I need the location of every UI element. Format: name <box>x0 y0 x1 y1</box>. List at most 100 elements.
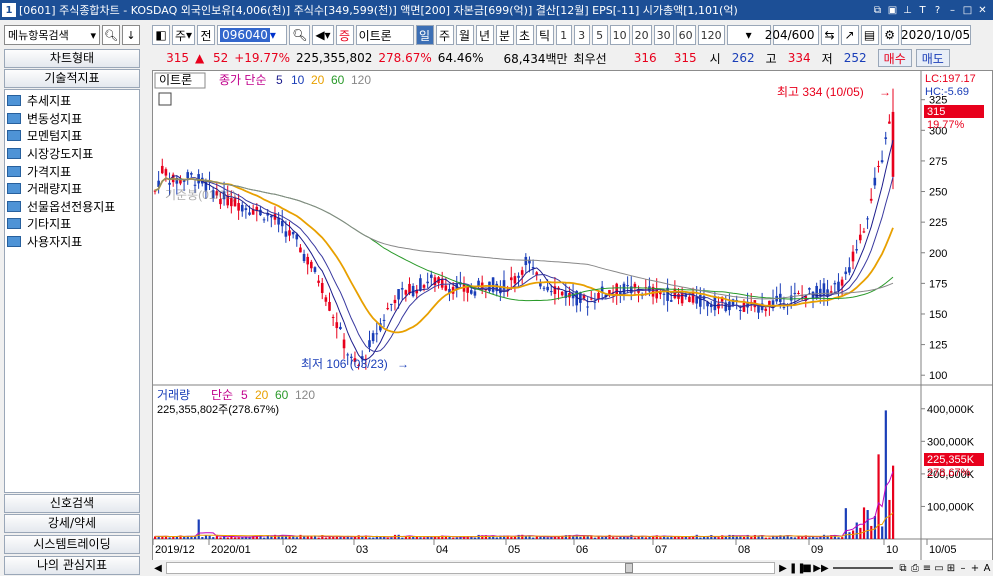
zoom-in-icon[interactable]: + <box>969 563 981 574</box>
link-icon[interactable]: ⧉ <box>871 3 884 17</box>
interval-20[interactable]: 20 <box>631 25 652 45</box>
period-month[interactable]: 월 <box>455 25 474 45</box>
strong-weak-button[interactable]: 강세/약세 <box>4 514 140 533</box>
count-field[interactable]: 204/600 <box>765 25 819 45</box>
buy-button[interactable]: 매수 <box>877 49 912 67</box>
system-trading-button[interactable]: 시스템트레이딩 <box>4 535 140 554</box>
chart-scrollbar[interactable]: ◀ ▶ ❚❚ ■ ▶▶ ⧉ ⎙ ≡ ▭ ⊞ – + A <box>152 560 993 576</box>
stock-chart[interactable]: 325300275250225200175150125100400,000K30… <box>153 71 993 563</box>
volume-bar <box>233 537 237 539</box>
tree-item-label: 가격지표 <box>27 164 72 179</box>
interval-3[interactable]: 3 <box>573 25 590 45</box>
layout-icon[interactable]: ◧ <box>152 25 170 45</box>
period-tick[interactable]: 틱 <box>535 25 554 45</box>
speed-slider[interactable] <box>833 567 893 569</box>
candle-body <box>426 281 429 284</box>
minimize-icon[interactable]: – <box>946 3 959 17</box>
candle-body <box>858 234 862 241</box>
market-select[interactable]: 주 ▾ <box>172 25 196 45</box>
tree-item[interactable]: 사용자지표 <box>5 233 139 251</box>
stop-icon[interactable]: ■ <box>801 563 813 574</box>
list-icon[interactable]: ≡ <box>921 563 933 574</box>
volume-bar <box>401 537 404 539</box>
current-price: 315 <box>166 51 189 65</box>
tree-item[interactable]: 변동성지표 <box>5 110 139 128</box>
candle-body <box>560 291 564 296</box>
scroll-track[interactable] <box>166 562 775 574</box>
candle-body <box>793 292 797 294</box>
all-button[interactable]: 전 <box>197 25 216 45</box>
tree-item[interactable]: 가격지표 <box>5 162 139 180</box>
period-day[interactable]: 일 <box>415 25 434 45</box>
tree-item[interactable]: 추세지표 <box>5 92 139 110</box>
gear-icon[interactable]: ⚙ <box>880 25 899 45</box>
zoom-icon[interactable]: ⇆ <box>820 25 839 45</box>
ruler-icon[interactable]: ▭ <box>933 563 945 574</box>
font-size-icon[interactable]: T <box>916 3 929 17</box>
interval-30[interactable]: 30 <box>653 25 674 45</box>
search-icon[interactable]: 🔍︎ <box>289 25 311 45</box>
interval-10[interactable]: 10 <box>609 25 630 45</box>
x-tick-label: 04 <box>436 544 448 556</box>
tree-item[interactable]: 기타지표 <box>5 215 139 233</box>
interval-60[interactable]: 60 <box>675 25 696 45</box>
search-icon[interactable]: 🔍︎ <box>102 25 120 45</box>
tree-item[interactable]: 거래량지표 <box>5 180 139 198</box>
stock-code-input[interactable]: 096040 ▾ <box>217 25 288 45</box>
tree-item[interactable]: 선물옵션전용지표 <box>5 198 139 216</box>
chart-type-button[interactable]: 차트형태 <box>4 49 140 68</box>
pin-icon[interactable]: ⊥ <box>901 3 914 17</box>
volume-bar <box>452 537 455 539</box>
download-icon[interactable]: ↓ <box>122 25 140 45</box>
period-week[interactable]: 주 <box>435 25 454 45</box>
close-icon[interactable]: ✕ <box>976 3 989 17</box>
chart-tools-icon[interactable]: ↗ <box>840 25 859 45</box>
link-icon[interactable]: ⊞ <box>945 563 957 574</box>
volume-bar <box>710 535 713 539</box>
period-second[interactable]: 초 <box>515 25 534 45</box>
candle-body <box>473 291 477 296</box>
candle-body <box>270 215 273 218</box>
chart-area[interactable]: 325 300 275 250 225 200 175 150 125 100 400,000K 30… <box>152 70 993 563</box>
volume-bar <box>841 537 844 539</box>
volume-bar <box>372 537 375 539</box>
technical-indicator-button[interactable]: 기술적지표 <box>4 69 140 88</box>
scroll-left-icon[interactable]: ◀ <box>152 563 164 574</box>
date-field[interactable]: 2020/10/05 <box>900 25 971 45</box>
volume-bar <box>612 537 615 539</box>
x-tick-label: 09 <box>811 544 823 556</box>
print-icon[interactable]: ⎙ <box>909 563 921 574</box>
zoom-out-icon[interactable]: – <box>957 563 969 574</box>
menu-search-input[interactable]: 메뉴항목검색 ▾ <box>4 25 100 45</box>
scroll-thumb[interactable] <box>625 563 633 573</box>
play-icon[interactable]: ▶▶ <box>813 563 829 574</box>
copy-icon[interactable]: ⧉ <box>897 563 909 574</box>
my-indicators-button[interactable]: 나의 관심지표 <box>4 556 140 575</box>
dock-icon[interactable]: ▣ <box>886 3 899 17</box>
sound-icon[interactable]: ◀▾ <box>312 25 334 45</box>
tree-item[interactable]: 시장강도지표 <box>5 145 139 163</box>
period-minute[interactable]: 분 <box>495 25 514 45</box>
interval-5[interactable]: 5 <box>591 25 608 45</box>
volume-bar <box>299 534 302 539</box>
scroll-right-icon[interactable]: ▶ <box>777 563 789 574</box>
interval-120[interactable]: 120 <box>697 25 725 45</box>
candle-body <box>299 247 302 253</box>
signal-search-button[interactable]: 신호검색 <box>4 494 140 513</box>
volume-bar <box>168 537 171 539</box>
tree-item[interactable]: 모멘텀지표 <box>5 127 139 145</box>
help-icon[interactable]: ? <box>931 3 944 17</box>
interval-1[interactable]: 1 <box>555 25 572 45</box>
candle-body <box>237 203 240 211</box>
sell-button[interactable]: 매도 <box>915 49 950 67</box>
maximize-icon[interactable]: □ <box>961 3 974 17</box>
save-icon[interactable]: ▤ <box>860 25 879 45</box>
price-tick-label: 200 <box>929 248 947 260</box>
auto-scale-icon[interactable]: A <box>981 563 993 574</box>
candle-body <box>673 288 677 299</box>
period-year[interactable]: 년 <box>475 25 494 45</box>
volume-legend-ma: 120 <box>295 388 315 402</box>
tree-item-label: 거래량지표 <box>27 182 83 197</box>
folder-icon <box>7 165 21 177</box>
pause-icon[interactable]: ❚❚ <box>789 563 806 574</box>
